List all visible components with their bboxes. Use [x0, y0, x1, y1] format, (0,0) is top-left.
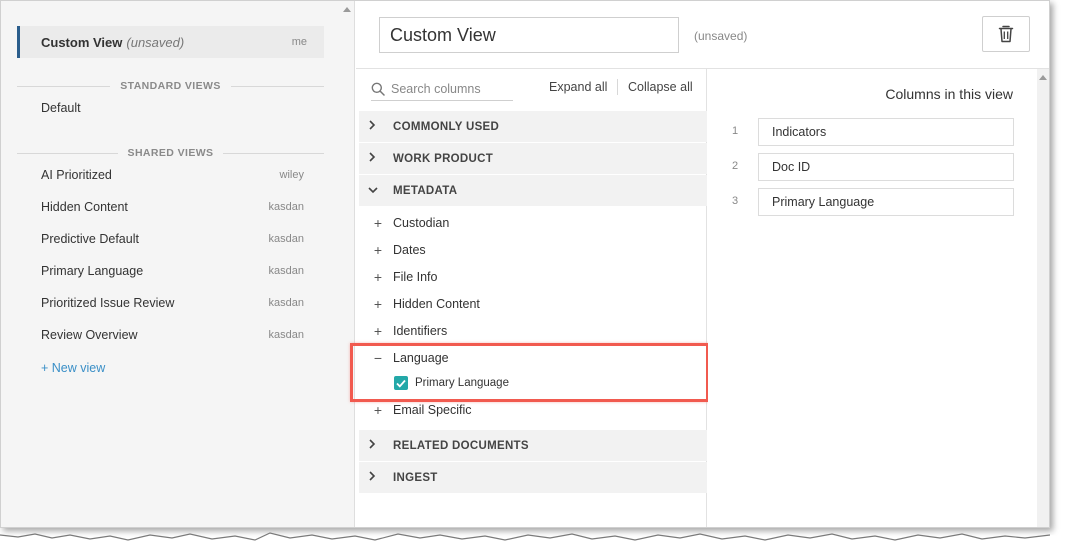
scroll-up-arrow-icon[interactable]: [343, 7, 351, 12]
subgroup-language[interactable]: − Language: [359, 347, 707, 369]
current-view-item[interactable]: Custom View (unsaved) me: [17, 26, 324, 58]
column-row: 3 Primary Language: [728, 188, 1014, 216]
column-chip-doc-id[interactable]: Doc ID: [758, 153, 1014, 181]
subgroup-label: Custodian: [393, 216, 450, 230]
view-item-label: Hidden Content: [41, 200, 128, 214]
sidebar-scrollbar[interactable]: [340, 1, 354, 527]
column-option-primary-language[interactable]: Primary Language: [394, 374, 694, 392]
view-item-prioritized-issue-review[interactable]: Prioritized Issue Review kasdan: [41, 294, 304, 312]
column-row: 1 Indicators: [728, 118, 1014, 146]
view-item-label: Predictive Default: [41, 232, 139, 246]
subgroup-custodian[interactable]: + Custodian: [359, 212, 707, 234]
expand-plus-icon: +: [373, 296, 383, 312]
new-view-link[interactable]: + New view: [41, 361, 105, 375]
column-row: 2 Doc ID: [728, 153, 1014, 181]
trash-icon: [998, 25, 1014, 43]
view-item-owner: wiley: [279, 169, 304, 181]
column-chip-primary-language[interactable]: Primary Language: [758, 188, 1014, 216]
group-label: METADATA: [393, 184, 458, 197]
column-chip-indicators[interactable]: Indicators: [758, 118, 1014, 146]
expand-plus-icon: +: [373, 242, 383, 258]
unsaved-status: (unsaved): [694, 29, 748, 43]
checkmark-icon: [396, 379, 406, 388]
torn-edge-decoration: [0, 532, 1071, 551]
columns-in-view-panel: Columns in this view 1 Indicators 2 Doc …: [708, 69, 1049, 527]
subgroup-label: File Info: [393, 270, 438, 284]
subgroup-email-specific[interactable]: + Email Specific: [359, 399, 707, 421]
expand-all-button[interactable]: Expand all: [549, 80, 607, 94]
search-columns-input[interactable]: [391, 81, 506, 96]
search-icon: [371, 82, 385, 96]
columns-panel-title: Columns in this view: [885, 86, 1013, 102]
group-ingest[interactable]: INGEST: [359, 462, 707, 493]
column-picker: Expand all Collapse all COMMONLY USED WO…: [350, 69, 709, 527]
delete-view-button[interactable]: [982, 16, 1030, 52]
chevron-right-icon: [368, 471, 388, 484]
scroll-up-arrow-icon[interactable]: [1039, 75, 1047, 80]
chevron-down-icon: [368, 185, 388, 197]
expand-plus-icon: +: [373, 402, 383, 418]
shared-views-heading: SHARED VIEWS: [17, 146, 324, 160]
view-item-owner: kasdan: [268, 329, 304, 341]
subgroup-dates[interactable]: + Dates: [359, 239, 707, 261]
checkbox-checked[interactable]: [394, 376, 408, 390]
expand-plus-icon: +: [373, 269, 383, 285]
subgroup-label: Email Specific: [393, 403, 472, 417]
chevron-right-icon: [368, 152, 388, 165]
chevron-right-icon: [368, 120, 388, 133]
column-index: 3: [731, 195, 739, 207]
group-label: WORK PRODUCT: [393, 152, 494, 165]
subgroup-hidden-content[interactable]: + Hidden Content: [359, 293, 707, 315]
search-box: [371, 77, 513, 101]
view-item-predictive-default[interactable]: Predictive Default kasdan: [41, 230, 304, 248]
current-view-owner: me: [291, 36, 307, 48]
column-option-label: Primary Language: [415, 377, 509, 389]
group-work-product[interactable]: WORK PRODUCT: [359, 143, 707, 174]
views-sidebar: Custom View (unsaved) me STANDARD VIEWS …: [1, 1, 355, 527]
view-item-label: Review Overview: [41, 328, 138, 342]
column-index: 2: [731, 160, 739, 172]
view-item-label: AI Prioritized: [41, 168, 112, 182]
column-index: 1: [731, 125, 739, 137]
chevron-right-icon: [368, 439, 388, 452]
current-view-name: Custom View: [41, 34, 123, 50]
view-item-default[interactable]: Default: [41, 99, 304, 117]
standard-views-heading: STANDARD VIEWS: [17, 79, 324, 93]
view-item-hidden-content[interactable]: Hidden Content kasdan: [41, 198, 304, 216]
current-view-status: (unsaved): [126, 34, 185, 50]
expand-plus-icon: +: [373, 323, 383, 339]
view-item-label: Primary Language: [41, 264, 144, 278]
subgroup-file-info[interactable]: + File Info: [359, 266, 707, 288]
collapse-minus-icon: −: [373, 350, 383, 366]
view-item-review-overview[interactable]: Review Overview kasdan: [41, 326, 304, 344]
view-item-owner: kasdan: [268, 265, 304, 277]
view-item-owner: kasdan: [268, 297, 304, 309]
subgroup-identifiers[interactable]: + Identifiers: [359, 320, 707, 342]
view-item-owner: kasdan: [268, 233, 304, 245]
subgroup-label: Hidden Content: [393, 297, 480, 311]
group-related-documents[interactable]: RELATED DOCUMENTS: [359, 430, 707, 461]
group-label: RELATED DOCUMENTS: [393, 439, 529, 452]
subgroup-label: Dates: [393, 243, 426, 257]
collapse-all-button[interactable]: Collapse all: [628, 80, 693, 94]
subgroup-label: Language: [393, 351, 449, 365]
view-item-label: Prioritized Issue Review: [41, 296, 175, 310]
view-name-input[interactable]: [379, 17, 679, 53]
group-label: INGEST: [393, 471, 438, 484]
divider: [617, 79, 618, 95]
group-label: COMMONLY USED: [393, 120, 500, 133]
view-item-label: Default: [41, 101, 81, 115]
group-metadata[interactable]: METADATA: [359, 175, 707, 206]
columns-scrollbar[interactable]: [1037, 69, 1049, 527]
view-item-ai-prioritized[interactable]: AI Prioritized wiley: [41, 166, 304, 184]
view-item-primary-language[interactable]: Primary Language kasdan: [41, 262, 304, 280]
expand-plus-icon: +: [373, 215, 383, 231]
group-commonly-used[interactable]: COMMONLY USED: [359, 111, 707, 142]
app-window: Custom View (unsaved) me STANDARD VIEWS …: [0, 0, 1050, 528]
view-item-owner: kasdan: [268, 201, 304, 213]
subgroup-label: Identifiers: [393, 324, 448, 338]
view-header: (unsaved): [356, 1, 1049, 69]
